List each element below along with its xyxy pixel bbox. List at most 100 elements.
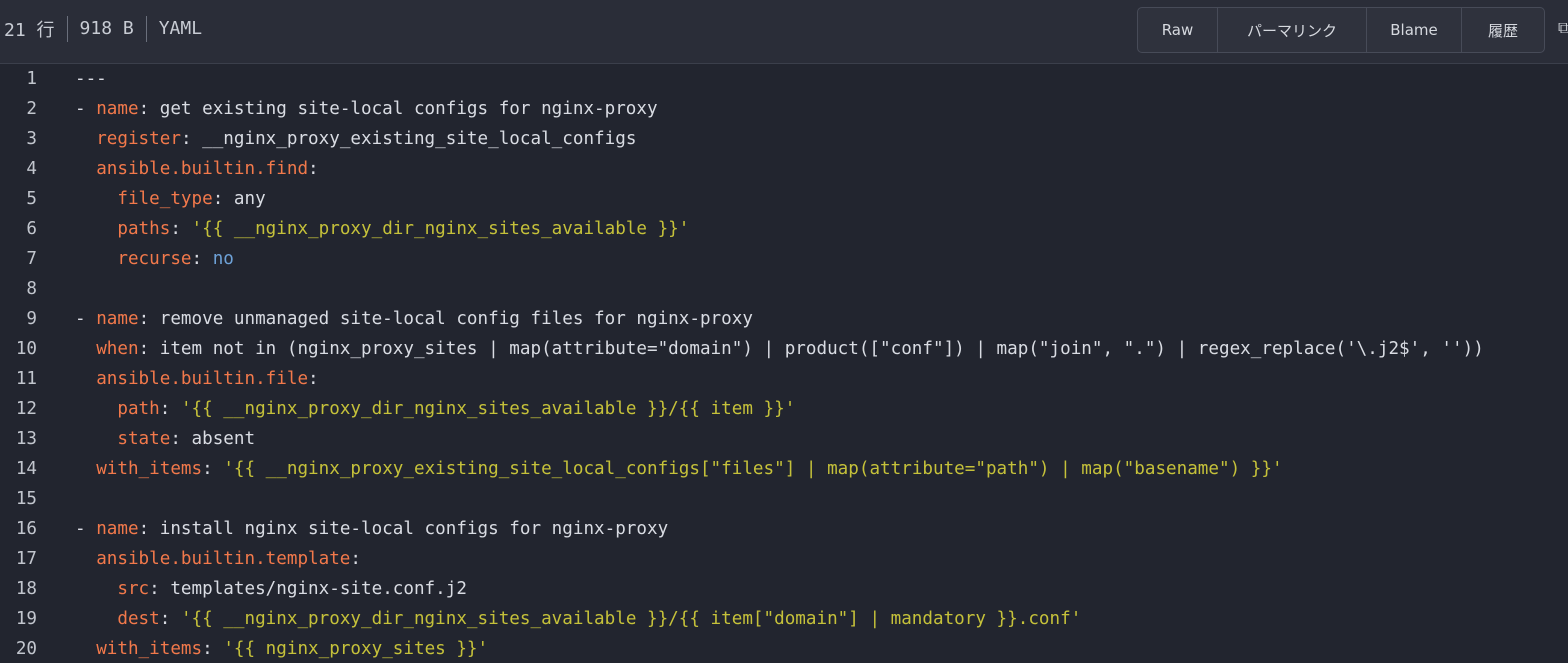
code-token: paths: [117, 219, 171, 239]
code-text: dest: '{{ __nginx_proxy_dir_nginx_sites_…: [75, 604, 1081, 634]
line-number[interactable]: 9: [0, 304, 37, 334]
code-token: ansible.builtin.find: [96, 159, 309, 179]
code-text: recurse: no: [75, 244, 234, 274]
code-token: path: [117, 399, 160, 419]
code-line: 15: [0, 484, 1568, 514]
line-number[interactable]: 6: [0, 214, 37, 244]
code-text: - name: install nginx site-local configs…: [75, 514, 668, 544]
code-token: :: [170, 219, 192, 239]
code-token: with_items: [96, 639, 203, 659]
line-number[interactable]: 11: [0, 364, 37, 394]
line-number[interactable]: 8: [0, 274, 37, 304]
blame-button[interactable]: Blame: [1367, 8, 1462, 52]
code-token: :: [191, 249, 213, 269]
raw-button[interactable]: Raw: [1138, 8, 1218, 52]
code-token: -: [75, 519, 97, 539]
code-line: 6 paths: '{{ __nginx_proxy_dir_nginx_sit…: [0, 214, 1568, 244]
code-text: path: '{{ __nginx_proxy_dir_nginx_sites_…: [75, 394, 795, 424]
code-text: paths: '{{ __nginx_proxy_dir_nginx_sites…: [75, 214, 689, 244]
line-number[interactable]: 13: [0, 424, 37, 454]
code-line: 5 file_type: any: [0, 184, 1568, 214]
code-token: :: [159, 399, 181, 419]
code-line: 9 - name: remove unmanaged site-local con…: [0, 304, 1568, 334]
code-text: src: templates/nginx-site.conf.j2: [75, 574, 467, 604]
code-text: with_items: '{{ nginx_proxy_sites }}': [75, 634, 488, 663]
code-line: 4 ansible.builtin.find:: [0, 154, 1568, 184]
line-number[interactable]: 1: [0, 64, 37, 94]
code-line: 3 register: __nginx_proxy_existing_site_…: [0, 124, 1568, 154]
code-text: with_items: '{{ __nginx_proxy_existing_s…: [75, 454, 1282, 484]
code-line: 12 path: '{{ __nginx_proxy_dir_nginx_sit…: [0, 394, 1568, 424]
line-number[interactable]: 18: [0, 574, 37, 604]
code-token: name: [96, 519, 139, 539]
code-token: '{{ __nginx_proxy_dir_nginx_sites_availa…: [180, 399, 796, 419]
line-number[interactable]: 15: [0, 484, 37, 514]
code-line: 7 recurse: no: [0, 244, 1568, 274]
line-number[interactable]: 3: [0, 124, 37, 154]
code-token: src: [117, 579, 150, 599]
file-header: 21 行 918 B YAML Raw パーマリンク Blame 履歴 ⧉: [0, 0, 1568, 64]
code-token: '{{ nginx_proxy_sites }}': [223, 639, 489, 659]
file-meta: 21 行 918 B YAML: [4, 0, 202, 57]
code-token: :: [308, 159, 319, 179]
code-token: ---: [75, 69, 107, 89]
code-text: - name: remove unmanaged site-local conf…: [75, 304, 753, 334]
code-token: : absent: [170, 429, 256, 449]
code-text: file_type: any: [75, 184, 265, 214]
code-token: -: [75, 309, 97, 329]
code-token: :: [202, 459, 224, 479]
code-token: : remove unmanaged site-local config fil…: [138, 309, 753, 329]
code-token: -: [75, 99, 97, 119]
code-token: dest: [117, 609, 160, 629]
permalink-button[interactable]: パーマリンク: [1218, 8, 1367, 52]
code-text: - name: get existing site-local configs …: [75, 94, 658, 124]
line-number[interactable]: 12: [0, 394, 37, 424]
code-token: name: [96, 99, 139, 119]
line-number[interactable]: 7: [0, 244, 37, 274]
line-number[interactable]: 17: [0, 544, 37, 574]
code-text: ansible.builtin.template:: [75, 544, 361, 574]
code-line: 17 ansible.builtin.template:: [0, 544, 1568, 574]
code-token: recurse: [117, 249, 192, 269]
code-text: when: item not in (nginx_proxy_sites | m…: [75, 334, 1484, 364]
copy-icon[interactable]: ⧉: [1558, 18, 1568, 38]
code-line: 14 with_items: '{{ __nginx_proxy_existin…: [0, 454, 1568, 484]
code-token: : item not in (nginx_proxy_sites | map(a…: [138, 339, 1484, 359]
code-token: : templates/nginx-site.conf.j2: [149, 579, 467, 599]
divider: [145, 15, 147, 42]
code-token: with_items: [96, 459, 203, 479]
code-token: name: [96, 309, 139, 329]
code-text: state: absent: [75, 424, 255, 454]
code-line: 11 ansible.builtin.file:: [0, 364, 1568, 394]
code-token: : install nginx site-local configs for n…: [138, 519, 669, 539]
line-number[interactable]: 5: [0, 184, 37, 214]
code-line: 10 when: item not in (nginx_proxy_sites …: [0, 334, 1568, 364]
code-token: '{{ __nginx_proxy_dir_nginx_sites_availa…: [191, 219, 690, 239]
line-number[interactable]: 19: [0, 604, 37, 634]
file-actions: Raw パーマリンク Blame 履歴: [1137, 7, 1545, 53]
code-token: file_type: [117, 189, 213, 209]
line-number[interactable]: 14: [0, 454, 37, 484]
code-line: 18 src: templates/nginx-site.conf.j2: [0, 574, 1568, 604]
code-token: :: [202, 639, 224, 659]
line-number[interactable]: 4: [0, 154, 37, 184]
line-number[interactable]: 10: [0, 334, 37, 364]
line-number[interactable]: 20: [0, 634, 37, 663]
line-number[interactable]: 2: [0, 94, 37, 124]
code-token: :: [308, 369, 319, 389]
history-button[interactable]: 履歴: [1462, 8, 1544, 52]
code-line: 8: [0, 274, 1568, 304]
line-number[interactable]: 16: [0, 514, 37, 544]
